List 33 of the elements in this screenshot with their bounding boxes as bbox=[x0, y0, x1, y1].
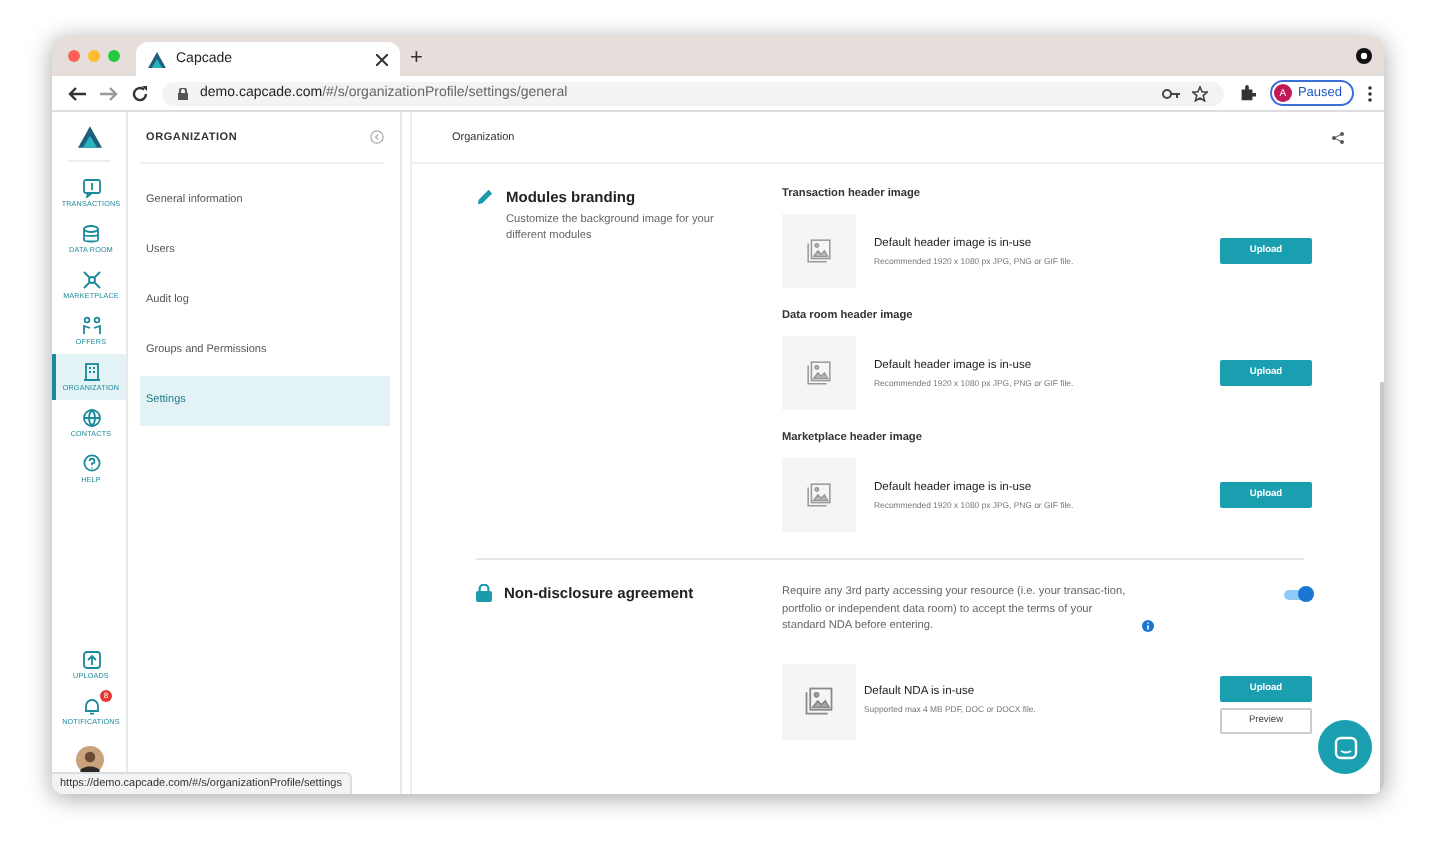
info-icon[interactable] bbox=[1142, 619, 1154, 632]
forward-icon[interactable] bbox=[100, 85, 118, 101]
lock-icon bbox=[178, 87, 188, 99]
pencil-icon bbox=[476, 188, 494, 206]
database-icon bbox=[81, 224, 101, 244]
scrollbar[interactable] bbox=[1380, 382, 1384, 792]
document-placeholder bbox=[782, 663, 856, 740]
globe-icon bbox=[81, 408, 101, 428]
help-icon bbox=[81, 454, 101, 474]
close-icon[interactable] bbox=[376, 53, 388, 65]
network-icon bbox=[81, 270, 101, 290]
share-icon[interactable] bbox=[1332, 131, 1344, 143]
logo-icon[interactable] bbox=[77, 126, 101, 148]
people-icon bbox=[81, 316, 101, 336]
building-icon bbox=[81, 362, 101, 382]
record-icon bbox=[1356, 48, 1372, 64]
toggle-switch[interactable] bbox=[1284, 590, 1312, 600]
upload-icon bbox=[81, 650, 101, 670]
extension-icon[interactable] bbox=[1237, 84, 1256, 102]
image-placeholder bbox=[782, 458, 856, 532]
back-icon[interactable] bbox=[68, 85, 86, 101]
new-tab-button[interactable]: + bbox=[410, 46, 423, 70]
lock-icon bbox=[476, 584, 492, 602]
chat-icon bbox=[81, 178, 101, 198]
key-icon[interactable] bbox=[1161, 87, 1180, 99]
reload-icon[interactable] bbox=[132, 85, 148, 101]
chat-button[interactable] bbox=[1318, 720, 1372, 774]
chat-icon bbox=[1333, 735, 1357, 759]
logo-icon bbox=[148, 51, 166, 67]
image-placeholder bbox=[782, 336, 856, 410]
image-placeholder bbox=[782, 214, 856, 288]
star-icon[interactable] bbox=[1191, 85, 1208, 101]
bell-icon bbox=[81, 696, 101, 716]
